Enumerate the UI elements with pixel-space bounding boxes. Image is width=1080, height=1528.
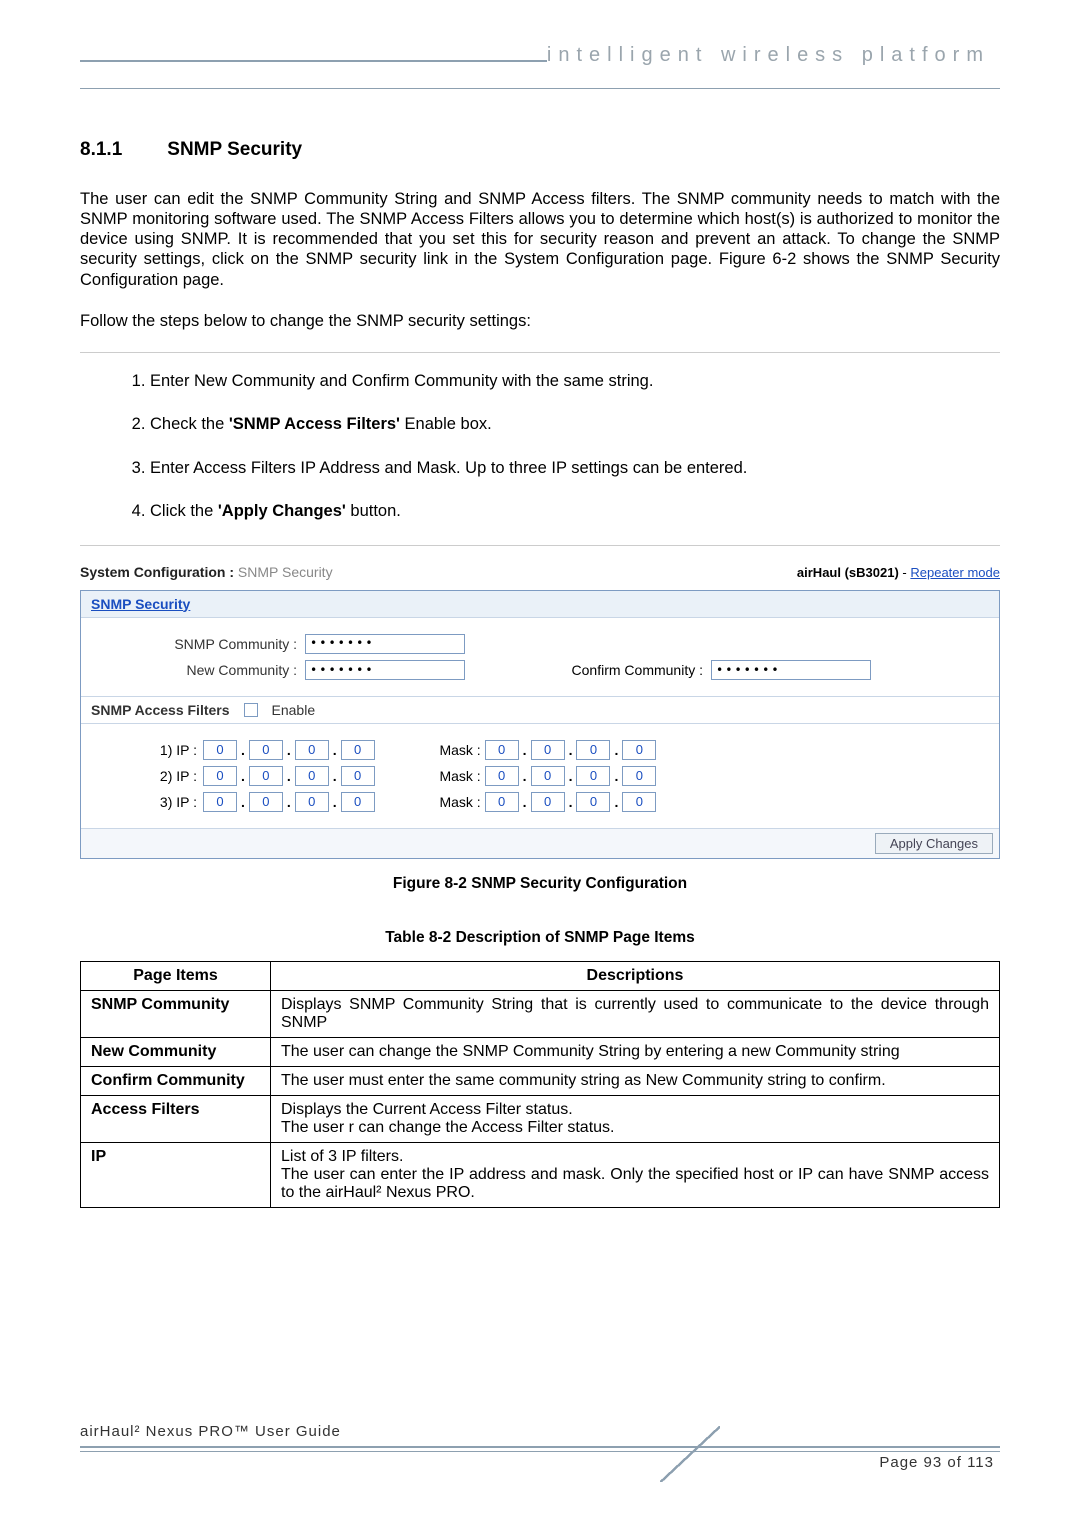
mask3-oct4[interactable]	[622, 792, 656, 812]
filters-heading: SNMP Access Filters	[91, 702, 230, 718]
table-row: New Community The user can change the SN…	[81, 1037, 1000, 1066]
confirm-community-input[interactable]	[711, 660, 871, 680]
mask2-oct4[interactable]	[622, 766, 656, 786]
cell-val: Displays the Current Access Filter statu…	[271, 1095, 1000, 1142]
ip3-label: 3) IP :	[97, 794, 203, 810]
new-community-label: New Community :	[97, 662, 297, 678]
cell-key: Access Filters	[81, 1095, 271, 1142]
ip1-label: 1) IP :	[97, 742, 203, 758]
ip2-oct1[interactable]	[203, 766, 237, 786]
enable-label: Enable	[272, 702, 316, 718]
table-row: SNMP Community Displays SNMP Community S…	[81, 990, 1000, 1037]
steps-intro: Follow the steps below to change the SNM…	[80, 311, 1000, 331]
cell-key: IP	[81, 1142, 271, 1207]
ip3-oct2[interactable]	[249, 792, 283, 812]
mask1-oct2[interactable]	[531, 740, 565, 760]
ip1-oct3[interactable]	[295, 740, 329, 760]
step-4: Click the 'Apply Changes' button.	[150, 501, 1000, 522]
footer-product: airHaul² Nexus PRO™ User Guide	[80, 1423, 1000, 1440]
th-page-items: Page Items	[81, 961, 271, 990]
section-title: SNMP Security	[167, 139, 302, 160]
mask1-oct4[interactable]	[622, 740, 656, 760]
config-screenshot: System Configuration : SNMP Security air…	[80, 564, 1000, 859]
steps-list: Enter New Community and Confirm Communit…	[150, 371, 1000, 523]
cell-val: List of 3 IP filters. The user can enter…	[271, 1142, 1000, 1207]
confirm-community-label: Confirm Community :	[523, 662, 703, 678]
divider	[80, 545, 1000, 546]
table-caption: Table 8-2 Description of SNMP Page Items	[80, 929, 1000, 947]
shot-title: System Configuration :	[80, 564, 234, 580]
footer-slash-icon	[660, 1426, 720, 1482]
ip1-oct4[interactable]	[341, 740, 375, 760]
step-2: Check the 'SNMP Access Filters' Enable b…	[150, 414, 1000, 435]
cell-key: Confirm Community	[81, 1066, 271, 1095]
step-1: Enter New Community and Confirm Communit…	[150, 371, 1000, 392]
th-descriptions: Descriptions	[271, 961, 1000, 990]
mask3-oct3[interactable]	[576, 792, 610, 812]
mask1-oct3[interactable]	[576, 740, 610, 760]
step-4-pre: Click the	[150, 502, 218, 520]
enable-checkbox[interactable]	[244, 703, 258, 717]
table-row: IP List of 3 IP filters. The user can en…	[81, 1142, 1000, 1207]
mask2-oct1[interactable]	[485, 766, 519, 786]
mode-link[interactable]: Repeater mode	[910, 565, 1000, 580]
page-number: Page 93 of 113	[879, 1454, 994, 1471]
section-heading: 8.1.1 SNMP Security	[80, 139, 1000, 161]
mask1-label: Mask :	[415, 742, 485, 758]
description-table: Page Items Descriptions SNMP Community D…	[80, 961, 1000, 1208]
cell-val: The user must enter the same community s…	[271, 1066, 1000, 1095]
ip1-oct2[interactable]	[249, 740, 283, 760]
panel-header-link[interactable]: SNMP Security	[81, 591, 999, 618]
ip-row-1: 1) IP : . . . Mask : . . .	[97, 740, 983, 760]
intro-paragraph: The user can edit the SNMP Community Str…	[80, 189, 1000, 290]
mask3-label: Mask :	[415, 794, 485, 810]
table-row: Access Filters Displays the Current Acce…	[81, 1095, 1000, 1142]
ip3-oct3[interactable]	[295, 792, 329, 812]
ip2-oct3[interactable]	[295, 766, 329, 786]
shot-subtitle: SNMP Security	[238, 564, 333, 580]
figure-caption: Figure 8-2 SNMP Security Configuration	[80, 875, 1000, 893]
mask3-oct2[interactable]	[531, 792, 565, 812]
cell-val: The user can change the SNMP Community S…	[271, 1037, 1000, 1066]
mask2-oct2[interactable]	[531, 766, 565, 786]
ip2-oct4[interactable]	[341, 766, 375, 786]
snmp-community-label: SNMP Community :	[97, 636, 297, 652]
step-2-post: Enable box.	[400, 415, 492, 433]
mask1-oct1[interactable]	[485, 740, 519, 760]
mask2-label: Mask :	[415, 768, 485, 784]
mask2-oct3[interactable]	[576, 766, 610, 786]
step-2-bold: 'SNMP Access Filters'	[229, 415, 400, 433]
apply-changes-button[interactable]: Apply Changes	[875, 833, 993, 854]
cell-key: SNMP Community	[81, 990, 271, 1037]
table-row: Confirm Community The user must enter th…	[81, 1066, 1000, 1095]
step-3: Enter Access Filters IP Address and Mask…	[150, 458, 1000, 479]
step-4-post: button.	[346, 502, 401, 520]
device-info: airHaul (sB3021) - Repeater mode	[797, 565, 1000, 580]
section-number: 8.1.1	[80, 139, 162, 161]
ip2-oct2[interactable]	[249, 766, 283, 786]
ip-row-2: 2) IP : . . . Mask : . . .	[97, 766, 983, 786]
cell-key: New Community	[81, 1037, 271, 1066]
new-community-input[interactable]	[305, 660, 465, 680]
ip3-oct4[interactable]	[341, 792, 375, 812]
cell-val: Displays SNMP Community String that is c…	[271, 990, 1000, 1037]
header-tagline: intelligent wireless platform	[547, 44, 1000, 67]
step-4-bold: 'Apply Changes'	[218, 502, 346, 520]
snmp-community-value: •••••••	[305, 634, 465, 654]
ip2-label: 2) IP :	[97, 768, 203, 784]
device-name: airHaul (sB3021)	[797, 565, 899, 580]
ip-row-3: 3) IP : . . . Mask : . . .	[97, 792, 983, 812]
mask3-oct1[interactable]	[485, 792, 519, 812]
ip3-oct1[interactable]	[203, 792, 237, 812]
ip1-oct1[interactable]	[203, 740, 237, 760]
divider	[80, 352, 1000, 353]
step-2-pre: Check the	[150, 415, 229, 433]
